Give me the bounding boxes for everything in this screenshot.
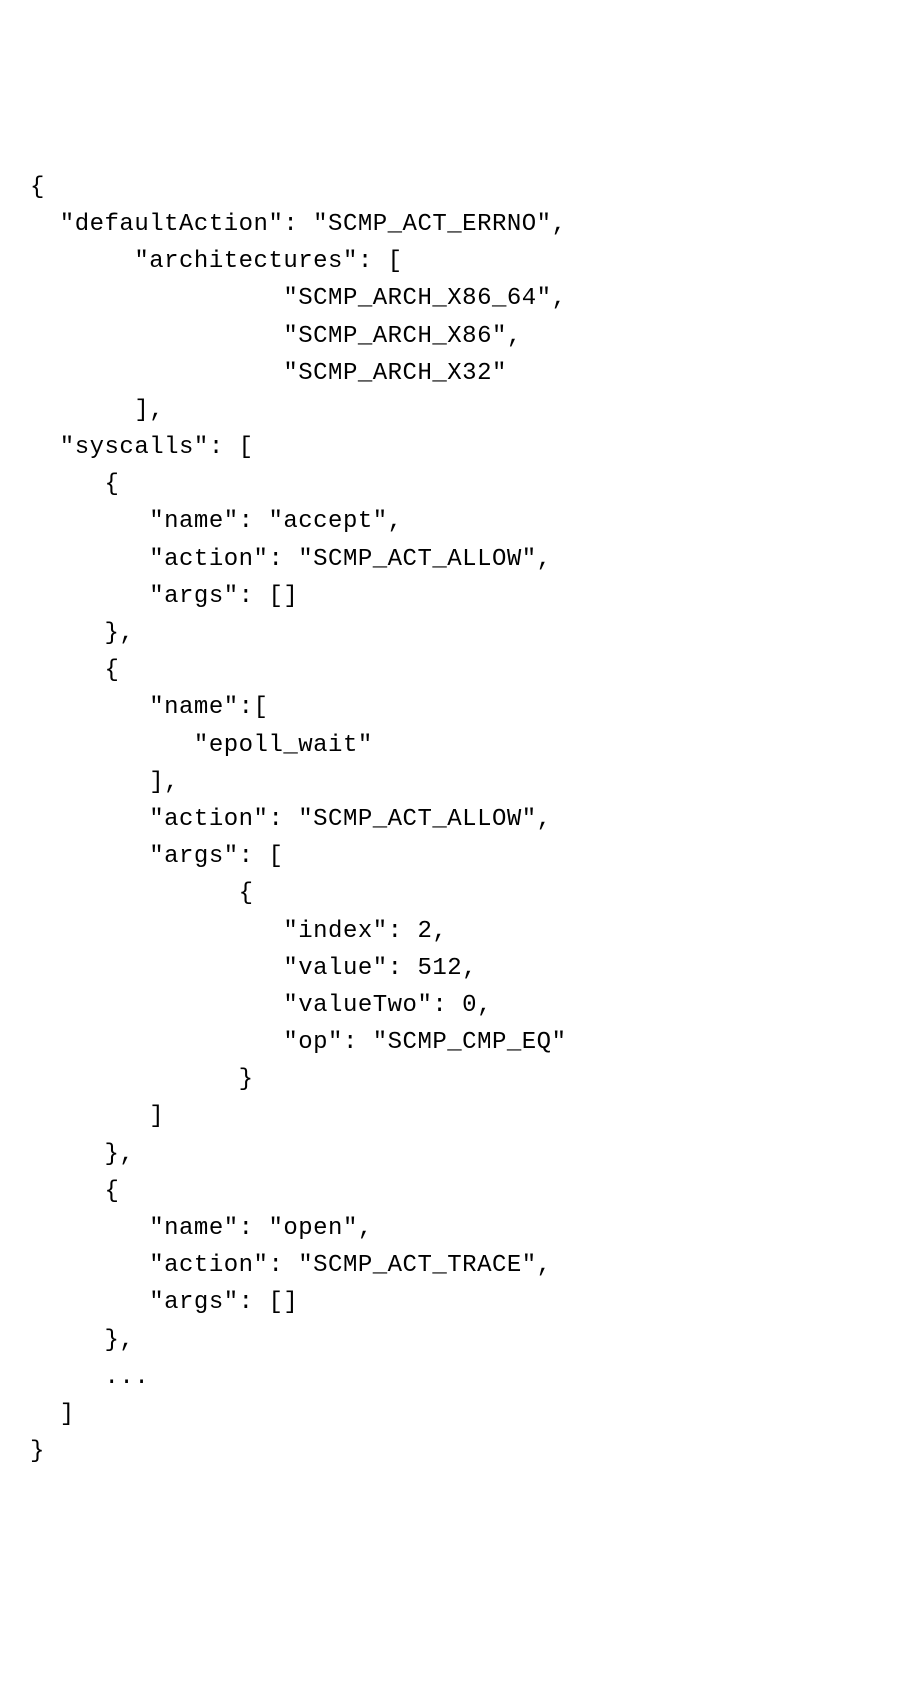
code-block: { "defaultAction": "SCMP_ACT_ERRNO", "ar… [30,169,882,1471]
